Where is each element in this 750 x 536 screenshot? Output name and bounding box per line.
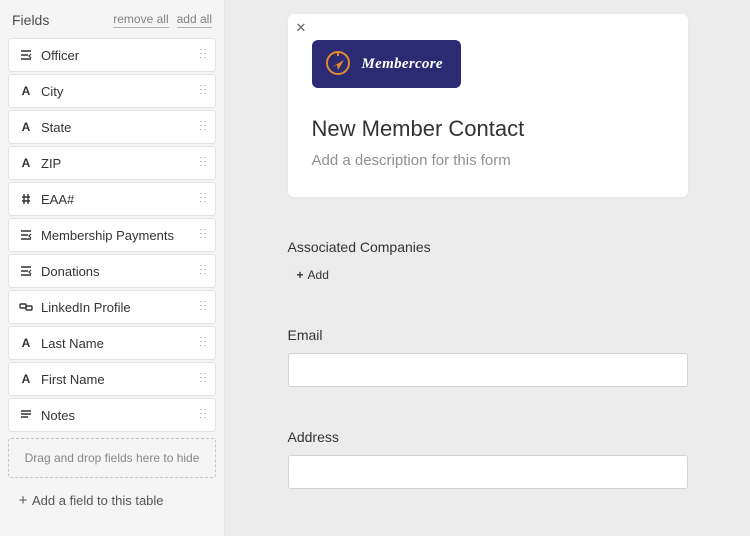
long-text-field-icon: [17, 408, 35, 422]
field-label: LinkedIn Profile: [35, 300, 200, 315]
add-field-label: Add a field to this table: [32, 493, 164, 508]
field-row[interactable]: EAA#∷∷: [8, 182, 216, 216]
field-row[interactable]: Membership Payments∷∷: [8, 218, 216, 252]
drag-handle-icon[interactable]: ∷∷: [200, 339, 207, 347]
add-field-button[interactable]: + Add a field to this table: [8, 478, 216, 515]
field-row[interactable]: LinkedIn Profile∷∷: [8, 290, 216, 324]
field-label: Notes: [35, 408, 200, 423]
svg-text:A: A: [22, 120, 31, 134]
drag-handle-icon[interactable]: ∷∷: [200, 123, 207, 131]
field-label: Officer: [35, 48, 200, 63]
field-label: Donations: [35, 264, 200, 279]
field-row[interactable]: Notes∷∷: [8, 398, 216, 432]
field-row[interactable]: Donations∷∷: [8, 254, 216, 288]
field-label: City: [35, 84, 200, 99]
dropzone-label: Drag and drop fields here to hide: [25, 451, 200, 465]
select-field-icon: [17, 264, 35, 278]
drag-handle-icon[interactable]: ∷∷: [200, 51, 207, 59]
brand-logo-icon: [324, 50, 352, 78]
text-field-icon: A: [17, 156, 35, 170]
field-label: Last Name: [35, 336, 200, 351]
text-field-icon: A: [17, 372, 35, 386]
drag-handle-icon[interactable]: ∷∷: [200, 267, 207, 275]
svg-text:A: A: [22, 84, 31, 98]
link-field-icon: [17, 300, 35, 314]
sidebar-title: Fields: [12, 12, 105, 28]
section-email: Email: [288, 327, 688, 387]
svg-text:A: A: [22, 156, 31, 170]
section-associated-companies: Associated Companies + Add: [288, 239, 688, 285]
field-row[interactable]: A ZIP∷∷: [8, 146, 216, 180]
field-row[interactable]: A First Name∷∷: [8, 362, 216, 396]
brand-name: Membercore: [362, 56, 443, 73]
section-address: Address: [288, 429, 688, 489]
drag-handle-icon[interactable]: ∷∷: [200, 231, 207, 239]
email-label: Email: [288, 327, 688, 343]
select-field-icon: [17, 228, 35, 242]
plus-icon: +: [297, 268, 304, 282]
address-input[interactable]: [288, 455, 688, 489]
address-label: Address: [288, 429, 688, 445]
drag-handle-icon[interactable]: ∷∷: [200, 375, 207, 383]
field-label: EAA#: [35, 192, 200, 207]
field-row[interactable]: A State∷∷: [8, 110, 216, 144]
drag-handle-icon[interactable]: ∷∷: [200, 411, 207, 419]
email-input[interactable]: [288, 353, 688, 387]
form-description[interactable]: Add a description for this form: [312, 152, 664, 169]
drag-handle-icon[interactable]: ∷∷: [200, 87, 207, 95]
add-company-button[interactable]: + Add: [288, 265, 338, 285]
brand-badge[interactable]: Membercore: [312, 40, 461, 88]
field-label: Membership Payments: [35, 228, 200, 243]
close-icon[interactable]: ✕: [296, 20, 307, 36]
fields-sidebar: Fields remove all add all Officer∷∷ACity…: [0, 0, 225, 536]
field-row[interactable]: A City∷∷: [8, 74, 216, 108]
field-row[interactable]: Officer∷∷: [8, 38, 216, 72]
text-field-icon: A: [17, 120, 35, 134]
plus-icon: +: [14, 492, 32, 509]
drag-handle-icon[interactable]: ∷∷: [200, 195, 207, 203]
form-header-card: ✕ Membercore New Member Contact Add a de…: [288, 14, 688, 197]
add-company-label: Add: [308, 268, 329, 282]
text-field-icon: A: [17, 84, 35, 98]
text-field-icon: A: [17, 336, 35, 350]
field-list: Officer∷∷ACity∷∷AState∷∷AZIP∷∷EAA#∷∷Memb…: [8, 38, 216, 432]
form-canvas: ✕ Membercore New Member Contact Add a de…: [225, 0, 750, 536]
form-title[interactable]: New Member Contact: [312, 116, 664, 142]
svg-text:A: A: [22, 372, 31, 386]
field-label: State: [35, 120, 200, 135]
field-label: ZIP: [35, 156, 200, 171]
remove-all-link[interactable]: remove all: [113, 12, 168, 28]
drag-handle-icon[interactable]: ∷∷: [200, 303, 207, 311]
add-all-link[interactable]: add all: [177, 12, 212, 28]
field-row[interactable]: A Last Name∷∷: [8, 326, 216, 360]
drag-handle-icon[interactable]: ∷∷: [200, 159, 207, 167]
field-label: First Name: [35, 372, 200, 387]
number-field-icon: [17, 192, 35, 206]
select-field-icon: [17, 48, 35, 62]
svg-text:A: A: [22, 336, 31, 350]
companies-label: Associated Companies: [288, 239, 688, 255]
sidebar-header: Fields remove all add all: [8, 8, 216, 38]
hide-fields-dropzone[interactable]: Drag and drop fields here to hide: [8, 438, 216, 478]
